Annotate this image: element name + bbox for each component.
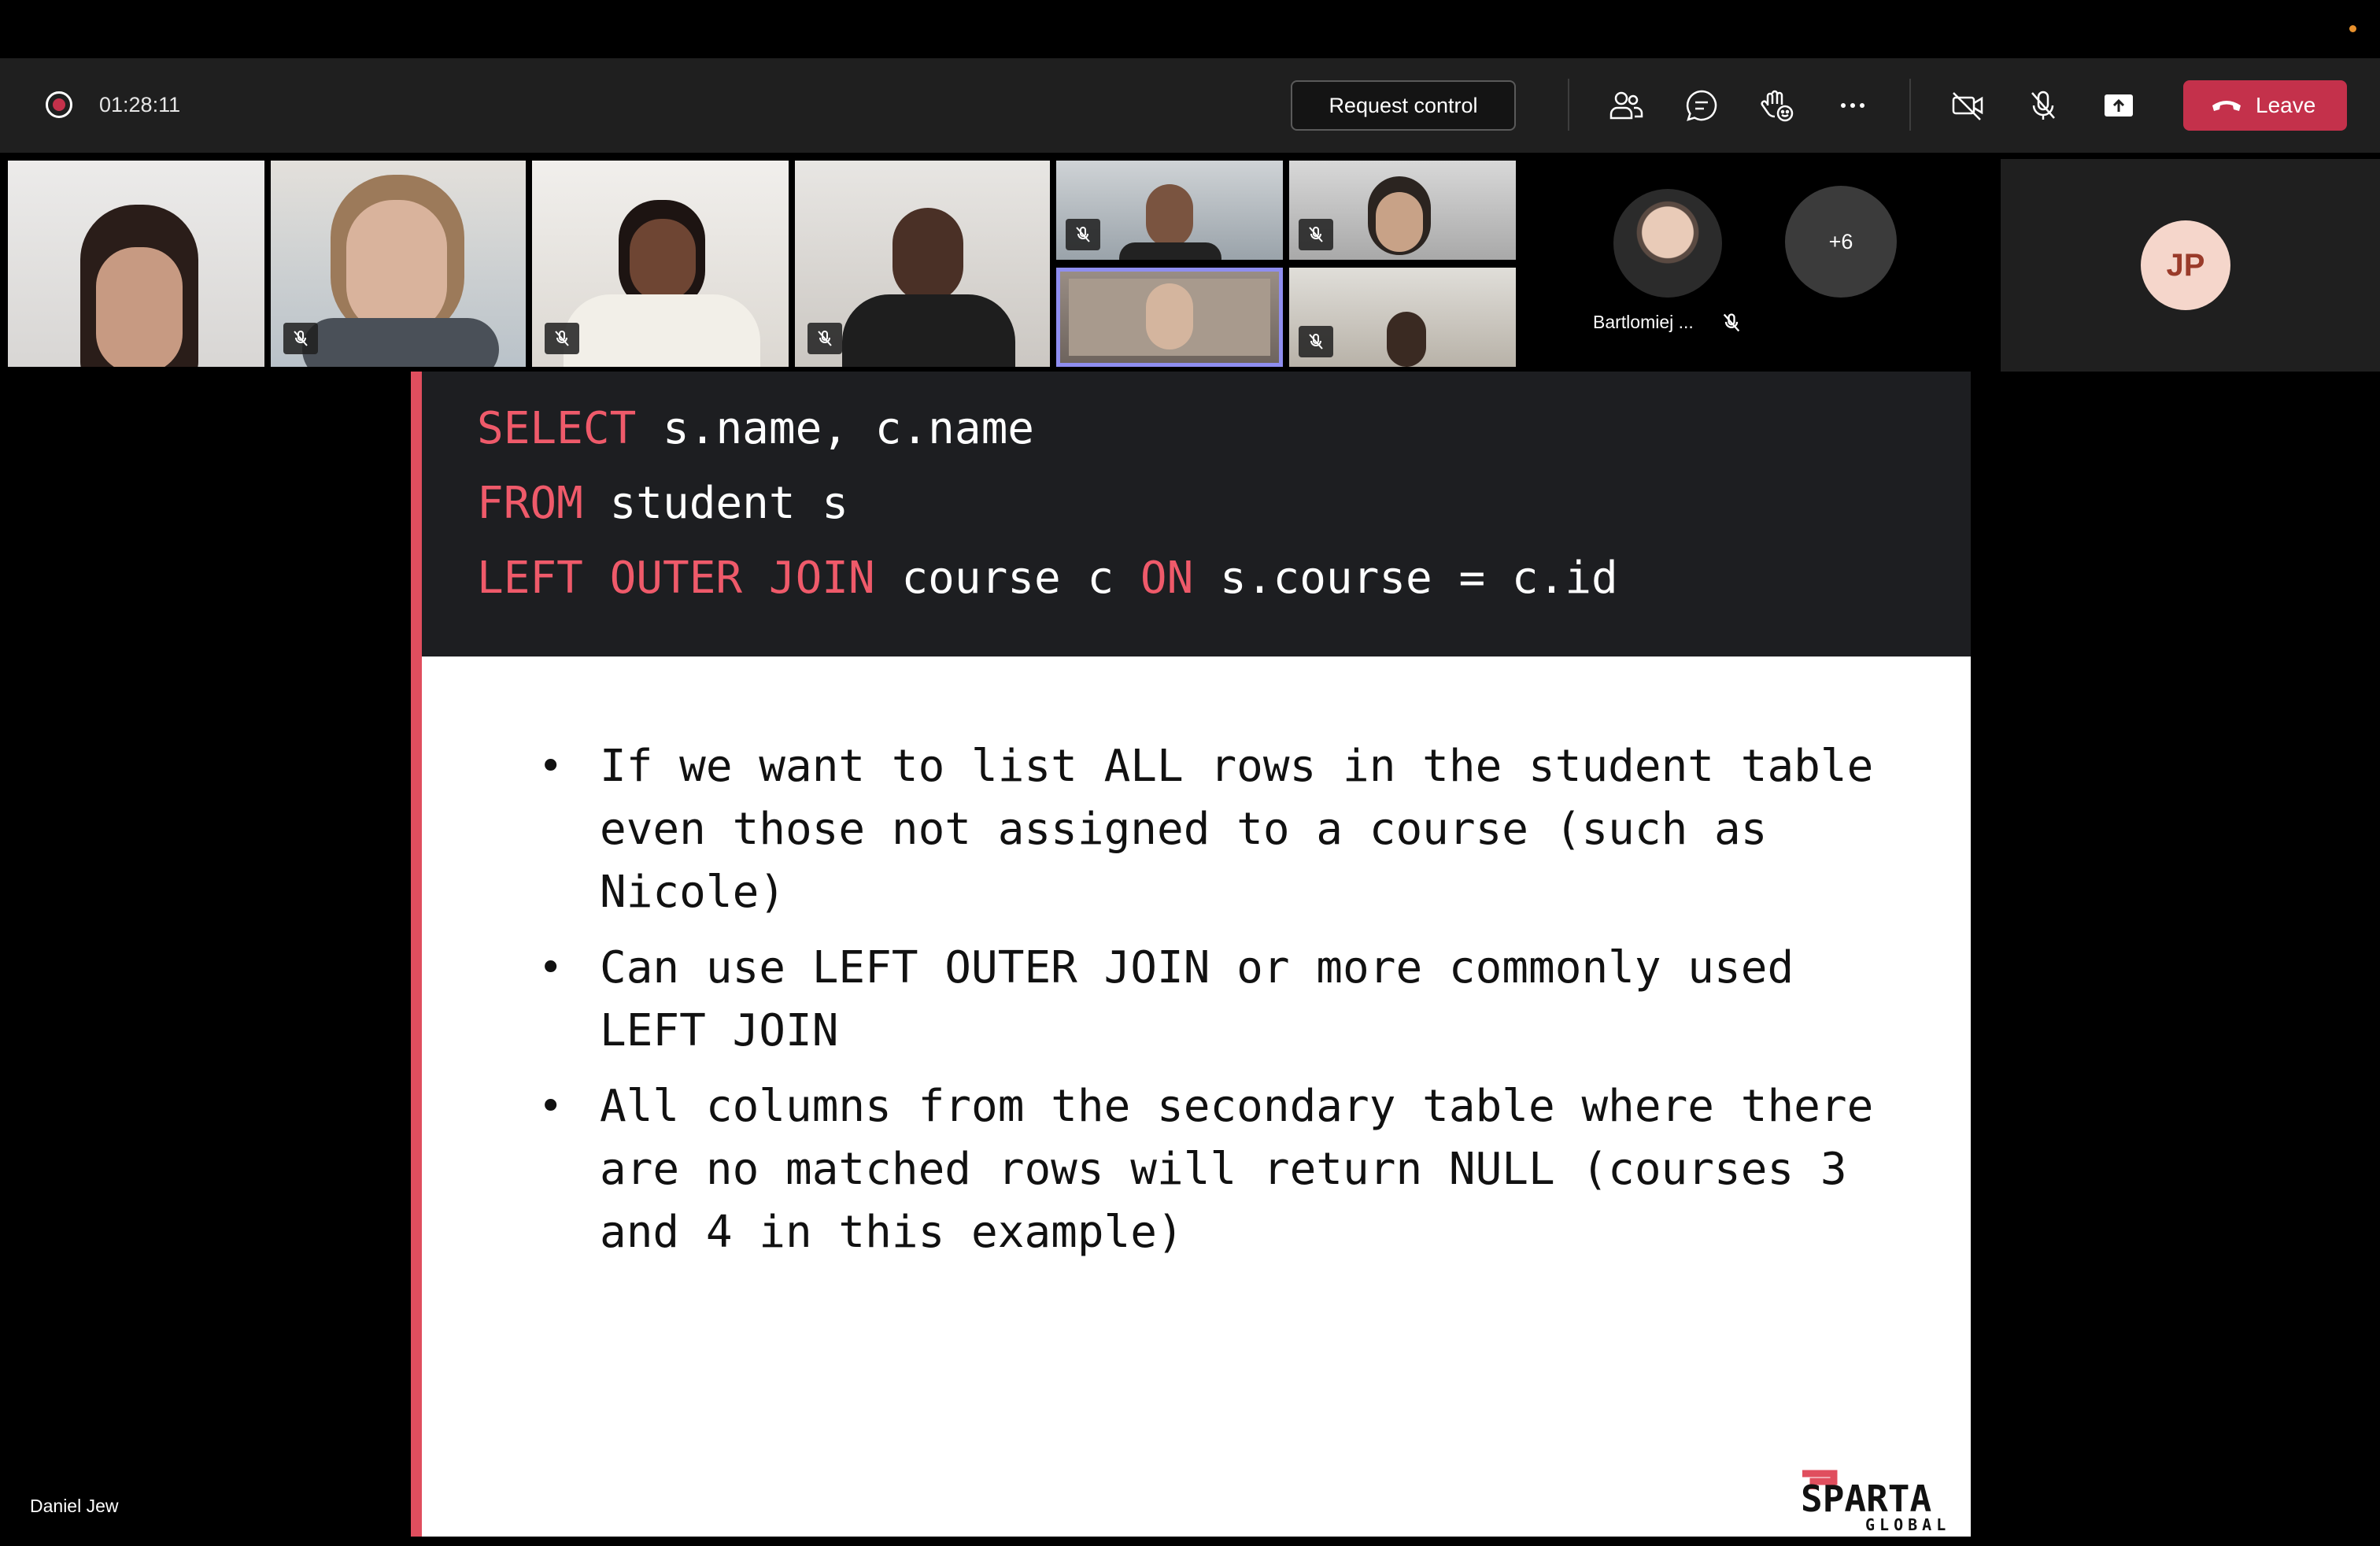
bullet-list: If we want to list ALL rows in the stude…	[516, 735, 1901, 1277]
raise-hand-icon[interactable]	[1757, 85, 1798, 126]
participant-video[interactable]	[795, 161, 1050, 367]
mic-off-icon[interactable]	[2023, 85, 2064, 126]
participant-video[interactable]	[1056, 161, 1283, 260]
mic-off-badge	[808, 323, 842, 354]
participant-video-active-speaker[interactable]	[1056, 268, 1283, 367]
more-participants-button[interactable]: +6	[1785, 186, 1897, 298]
request-control-button[interactable]: Request control	[1291, 80, 1516, 131]
chat-icon[interactable]	[1681, 85, 1722, 126]
sparta-global-logo: SPARTA GLOBAL	[1801, 1470, 1950, 1533]
mic-off-badge	[545, 323, 579, 354]
leave-button[interactable]: Leave	[2183, 80, 2347, 131]
share-icon[interactable]	[2098, 85, 2139, 126]
sql-code-block: SELECT s.name, c.name FROM student s LEF…	[422, 372, 1971, 656]
code-line: FROM student s	[477, 478, 849, 529]
mic-off-badge	[1299, 326, 1333, 357]
toolbar-divider	[1568, 79, 1569, 131]
presenter-name-label: Daniel Jew	[30, 1496, 119, 1516]
mic-off-badge	[283, 323, 318, 354]
participant-video[interactable]	[8, 161, 264, 367]
participant-video[interactable]	[1289, 161, 1516, 260]
avatar: JP	[2141, 220, 2230, 310]
participant-name: Bartlomiej ...	[1593, 312, 1694, 332]
people-icon[interactable]	[1606, 85, 1646, 126]
slide-accent-bar	[411, 372, 422, 1537]
hang-up-icon	[2212, 101, 2241, 111]
record-icon	[46, 91, 72, 118]
bullet-item: If we want to list ALL rows in the stude…	[516, 735, 1901, 924]
notification-dot	[2349, 25, 2356, 32]
svg-text:SPARTA: SPARTA	[1801, 1478, 1931, 1520]
code-line: LEFT OUTER JOIN course c ON s.course = c…	[477, 553, 1618, 604]
more-icon[interactable]	[1832, 85, 1873, 126]
mic-off-badge	[1066, 219, 1100, 250]
avatar[interactable]	[1613, 189, 1722, 298]
camera-off-icon[interactable]	[1947, 85, 1988, 126]
participant-video[interactable]	[532, 161, 789, 367]
participant-video[interactable]	[271, 161, 526, 367]
leave-label: Leave	[2256, 93, 2316, 117]
bullet-item: Can use LEFT OUTER JOIN or more commonly…	[516, 937, 1901, 1063]
code-line: SELECT s.name, c.name	[477, 403, 1035, 454]
toolbar-divider	[1909, 79, 1911, 131]
slide-body: If we want to list ALL rows in the stude…	[422, 656, 1971, 1537]
bullet-item: All columns from the secondary table whe…	[516, 1075, 1901, 1264]
mic-off-icon	[1723, 313, 1740, 332]
meeting-timer: 01:28:11	[99, 93, 181, 117]
participant-video[interactable]	[1289, 268, 1516, 367]
mic-off-badge	[1299, 219, 1333, 250]
svg-text:GLOBAL: GLOBAL	[1865, 1515, 1950, 1533]
